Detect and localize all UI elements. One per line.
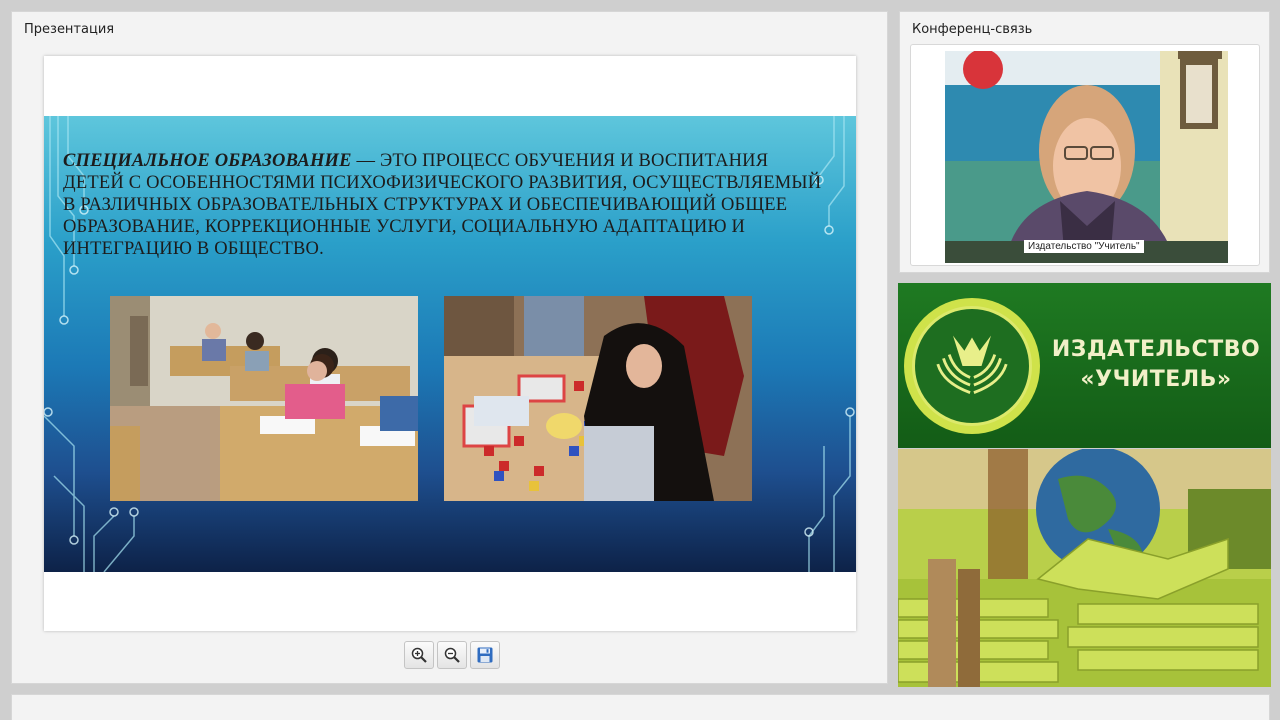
presentation-panel-title: Презентация xyxy=(24,22,115,37)
conference-panel: Конференц-связь Издательство "Учитель" xyxy=(899,11,1270,273)
publisher-name-line1: ИЗДАТЕЛЬСТВО xyxy=(1051,337,1261,362)
video-feed[interactable]: Издательство "Учитель" xyxy=(945,51,1228,263)
children-playing-photo xyxy=(444,296,752,501)
video-caption: Издательство "Учитель" xyxy=(1024,240,1144,253)
conference-panel-title: Конференц-связь xyxy=(912,22,1033,37)
publisher-logo xyxy=(904,298,1040,434)
publisher-name: ИЗДАТЕЛЬСТВО «УЧИТЕЛЬ» xyxy=(1048,335,1264,395)
bottom-panel xyxy=(11,694,1270,720)
save-icon xyxy=(477,647,493,663)
save-button[interactable] xyxy=(470,641,500,669)
slide-term: Специальное образование xyxy=(63,151,352,171)
book-logo-icon xyxy=(936,335,1008,394)
classroom-photo xyxy=(110,296,418,501)
publisher-banner: ИЗДАТЕЛЬСТВО «УЧИТЕЛЬ» xyxy=(898,283,1271,448)
slide-toolbar xyxy=(404,641,500,669)
publisher-name-line2: «УЧИТЕЛЬ» xyxy=(1080,367,1232,392)
zoom-in-button[interactable] xyxy=(404,641,434,669)
video-frame: Издательство "Учитель" xyxy=(910,44,1260,266)
slide: Специальное образование — это процесс об… xyxy=(44,116,856,572)
zoom-in-icon xyxy=(411,647,427,663)
slide-definition-text: Специальное образование — это процесс об… xyxy=(63,150,833,260)
books-globe-image xyxy=(898,449,1271,687)
slide-page: Специальное образование — это процесс об… xyxy=(44,56,856,631)
zoom-out-icon xyxy=(444,647,460,663)
presentation-panel: Презентация СПЕЦИАЛЬНОЕ ОБРАЗОВАНИЕ — ЭТ… xyxy=(11,11,888,684)
zoom-out-button[interactable] xyxy=(437,641,467,669)
